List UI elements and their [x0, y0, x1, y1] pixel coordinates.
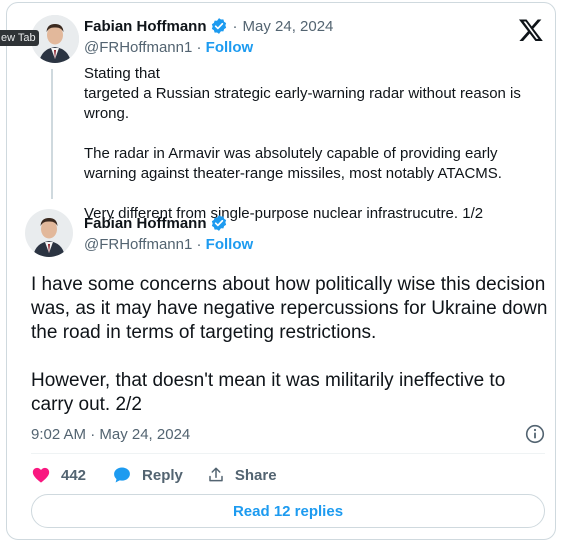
quoted-paragraph: The radar in Armavir was absolutely capa…: [84, 145, 502, 182]
x-logo-icon[interactable]: [518, 17, 544, 43]
quoted-tweet-date[interactable]: May 24, 2024: [243, 18, 334, 35]
action-bar: 442 Reply Share: [31, 464, 277, 486]
separator-dot: ·: [196, 236, 206, 253]
follow-button[interactable]: Follow: [206, 236, 254, 253]
quoted-author-name[interactable]: Fabian Hoffmann: [84, 18, 207, 35]
main-paragraph: However, that doesn't mean it was milita…: [31, 370, 506, 415]
like-button[interactable]: 442: [31, 465, 86, 485]
reply-button[interactable]: Reply: [112, 465, 183, 485]
main-tweet-text: I have some concerns about how political…: [31, 273, 551, 417]
info-icon[interactable]: [525, 424, 545, 444]
share-icon: [207, 466, 225, 484]
separator-dot: ·: [196, 39, 206, 56]
main-author-row: Fabian Hoffmann: [84, 214, 228, 232]
like-count: 442: [61, 466, 87, 484]
main-author-avatar[interactable]: [25, 209, 73, 257]
main-handle-row: @FRHoffmann1 · Follow: [84, 236, 253, 253]
separator-dot: ·: [232, 17, 238, 35]
thread-connector-line: [51, 69, 53, 199]
divider: [31, 453, 545, 454]
share-button[interactable]: Share: [207, 466, 277, 484]
main-author-name[interactable]: Fabian Hoffmann: [84, 215, 207, 232]
ukraine-flag-emoji: [165, 67, 185, 79]
reply-bubble-icon: [112, 465, 132, 485]
read-replies-button[interactable]: Read 12 replies: [31, 494, 545, 528]
quoted-text-segment: Stating that: [84, 65, 165, 82]
main-paragraph: I have some concerns about how political…: [31, 274, 548, 343]
quoted-text-segment: targeted a Russian strategic early-warni…: [84, 85, 521, 122]
embedded-tweet-card: Fabian Hoffmann · May 24, 2024 @FRHoffma…: [6, 2, 556, 540]
new-tab-tooltip: ew Tab: [0, 30, 39, 46]
quoted-handle-row: @FRHoffmann1 · Follow: [84, 39, 253, 56]
main-author-handle[interactable]: @FRHoffmann1: [84, 236, 192, 253]
verified-badge-icon: [210, 17, 228, 35]
quoted-author-row: Fabian Hoffmann · May 24, 2024: [84, 17, 333, 35]
tweet-timestamp[interactable]: 9:02 AM · May 24, 2024: [31, 426, 190, 443]
follow-button[interactable]: Follow: [206, 39, 254, 56]
reply-label: Reply: [142, 466, 183, 484]
quoted-tweet-text: Stating that targeted a Russian strategi…: [84, 64, 544, 224]
share-label: Share: [234, 466, 277, 484]
quoted-author-handle[interactable]: @FRHoffmann1: [84, 39, 192, 56]
heart-icon: [31, 465, 51, 485]
verified-badge-icon: [210, 214, 228, 232]
